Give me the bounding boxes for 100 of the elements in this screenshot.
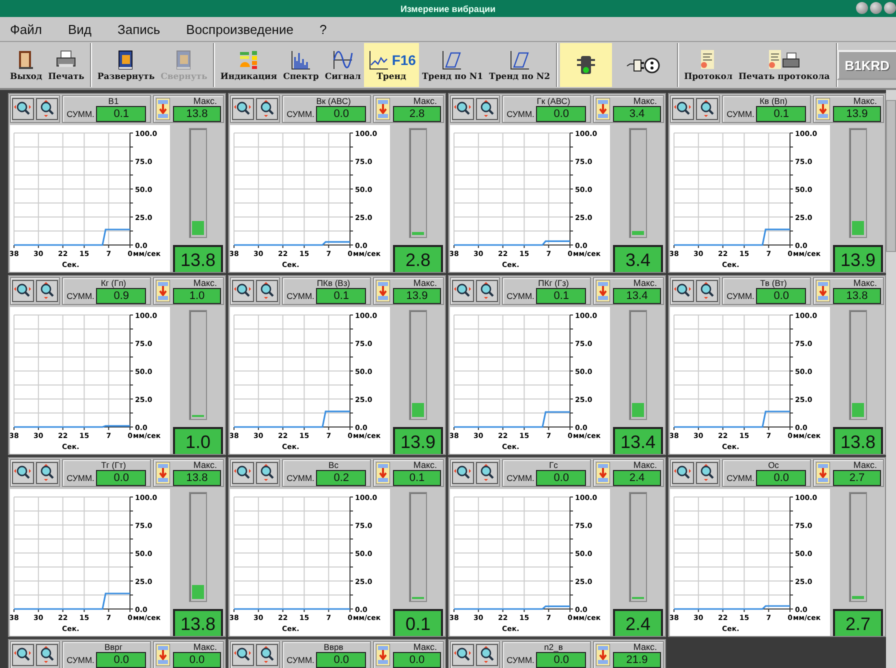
toolbar-button[interactable]: Спектр [280, 43, 322, 87]
zoom-horizontal-button[interactable] [12, 644, 34, 666]
max-reset-button[interactable] [156, 280, 170, 302]
help-button[interactable] [856, 2, 868, 14]
traffic-light-button[interactable] [560, 43, 612, 87]
zoom-horizontal-button[interactable] [672, 280, 694, 302]
zoom-horizontal-button[interactable] [232, 462, 254, 484]
channel-name: B1 [108, 96, 119, 106]
sum-value: 0.0 [536, 470, 586, 486]
zoom-vertical-button[interactable] [476, 644, 498, 666]
toolbar-button[interactable]: Индикация [217, 43, 280, 87]
zoom-icon [478, 646, 496, 664]
toolbar-button[interactable]: Выход [7, 43, 46, 87]
toolbar-button[interactable]: Сигнал [322, 43, 364, 87]
zoom-vertical-button[interactable] [256, 280, 278, 302]
max-reset-button[interactable] [156, 98, 170, 120]
toolbar-button[interactable]: Печать протокола [735, 43, 833, 87]
zoom-vertical-button[interactable] [256, 462, 278, 484]
zoom-icon [258, 282, 276, 300]
zoom-horizontal-button[interactable] [12, 98, 34, 120]
zoom-horizontal-button[interactable] [12, 280, 34, 302]
max-reset-button[interactable] [816, 280, 830, 302]
toolbar-button[interactable]: Протокол [681, 43, 736, 87]
zoom-vertical-button[interactable] [696, 462, 718, 484]
current-value: 3.4 [613, 245, 663, 272]
max-value: 2.8 [393, 106, 441, 122]
sum-value: 0.1 [96, 106, 146, 122]
zoom-vertical-button[interactable] [36, 280, 58, 302]
max-icon [596, 98, 610, 120]
zoom-icon [698, 282, 716, 300]
menu-item[interactable]: Запись [118, 22, 160, 36]
zoom-horizontal-button[interactable] [452, 462, 474, 484]
channel-name: Кг (Гп) [100, 278, 126, 288]
zoom-vertical-button[interactable] [476, 280, 498, 302]
sum-value: 0.0 [536, 652, 586, 668]
zoom-horizontal-button[interactable] [452, 280, 474, 302]
max-value: 3.4 [613, 106, 661, 122]
max-reset-button[interactable] [596, 644, 610, 666]
max-reset-button[interactable] [596, 462, 610, 484]
max-icon [596, 462, 610, 484]
sum-label: СУММ. [726, 109, 754, 119]
zoom-icon [258, 646, 276, 664]
current-value: 2.7 [833, 609, 883, 636]
zoom-horizontal-button[interactable] [232, 280, 254, 302]
menu-item[interactable]: Файл [10, 22, 42, 36]
max-value: 1.0 [173, 288, 221, 304]
max-reset-button[interactable] [156, 462, 170, 484]
zoom-horizontal-button[interactable] [672, 462, 694, 484]
sum-label: СУММ. [286, 291, 314, 301]
zoom-horizontal-button[interactable] [452, 98, 474, 120]
channel-name: ПКг (Гз) [538, 278, 569, 288]
zoom-horizontal-button[interactable] [452, 644, 474, 666]
max-icon [816, 462, 830, 484]
max-reset-button[interactable] [816, 98, 830, 120]
max-label: Макс. [413, 96, 437, 106]
menu-item[interactable]: Воспроизведение [186, 22, 294, 36]
protocol-print-icon [767, 48, 802, 70]
max-label: Макс. [413, 278, 437, 288]
toolbar-button[interactable]: Тренд по N1 [418, 43, 486, 87]
max-reset-button[interactable] [376, 280, 390, 302]
channel-name: ПКв (Вз) [316, 278, 350, 288]
current-value: 2.4 [613, 609, 663, 636]
zoom-vertical-button[interactable] [256, 98, 278, 120]
max-icon [376, 462, 390, 484]
max-reset-button[interactable] [596, 280, 610, 302]
menu-item[interactable]: ? [319, 22, 327, 36]
max-icon [156, 98, 170, 120]
toolbar-button[interactable]: Развернуть [94, 43, 158, 87]
max-reset-button[interactable] [376, 462, 390, 484]
sum-value: 0.0 [316, 106, 366, 122]
zoom-horizontal-button[interactable] [672, 98, 694, 120]
scrollbar[interactable] [886, 90, 896, 668]
toolbar-button[interactable]: Тренд по N2 [486, 43, 554, 87]
close-button[interactable] [884, 2, 896, 14]
channel-name: Тг (Гт) [101, 460, 126, 470]
current-value: 0.1 [393, 609, 443, 636]
max-reset-button[interactable] [156, 644, 170, 666]
max-reset-button[interactable] [816, 462, 830, 484]
toolbar-button[interactable]: Печать [45, 43, 88, 87]
max-reset-button[interactable] [376, 644, 390, 666]
channel-name: Гс [549, 460, 558, 470]
max-label: Макс. [633, 642, 657, 652]
zoom-horizontal-button[interactable] [232, 644, 254, 666]
zoom-vertical-button[interactable] [36, 98, 58, 120]
zoom-vertical-button[interactable] [256, 644, 278, 666]
zoom-horizontal-button[interactable] [12, 462, 34, 484]
zoom-horizontal-button[interactable] [232, 98, 254, 120]
scrollbar-thumb[interactable] [886, 100, 896, 252]
max-reset-button[interactable] [596, 98, 610, 120]
max-reset-button[interactable] [376, 98, 390, 120]
zoom-vertical-button[interactable] [696, 98, 718, 120]
zoom-vertical-button[interactable] [36, 644, 58, 666]
minimize-button[interactable] [870, 2, 882, 14]
zoom-vertical-button[interactable] [696, 280, 718, 302]
current-value: 13.8 [173, 245, 223, 272]
toolbar-button[interactable]: F16 Тренд [364, 43, 419, 87]
zoom-vertical-button[interactable] [476, 462, 498, 484]
zoom-vertical-button[interactable] [36, 462, 58, 484]
zoom-vertical-button[interactable] [476, 98, 498, 120]
menu-item[interactable]: Вид [68, 22, 92, 36]
